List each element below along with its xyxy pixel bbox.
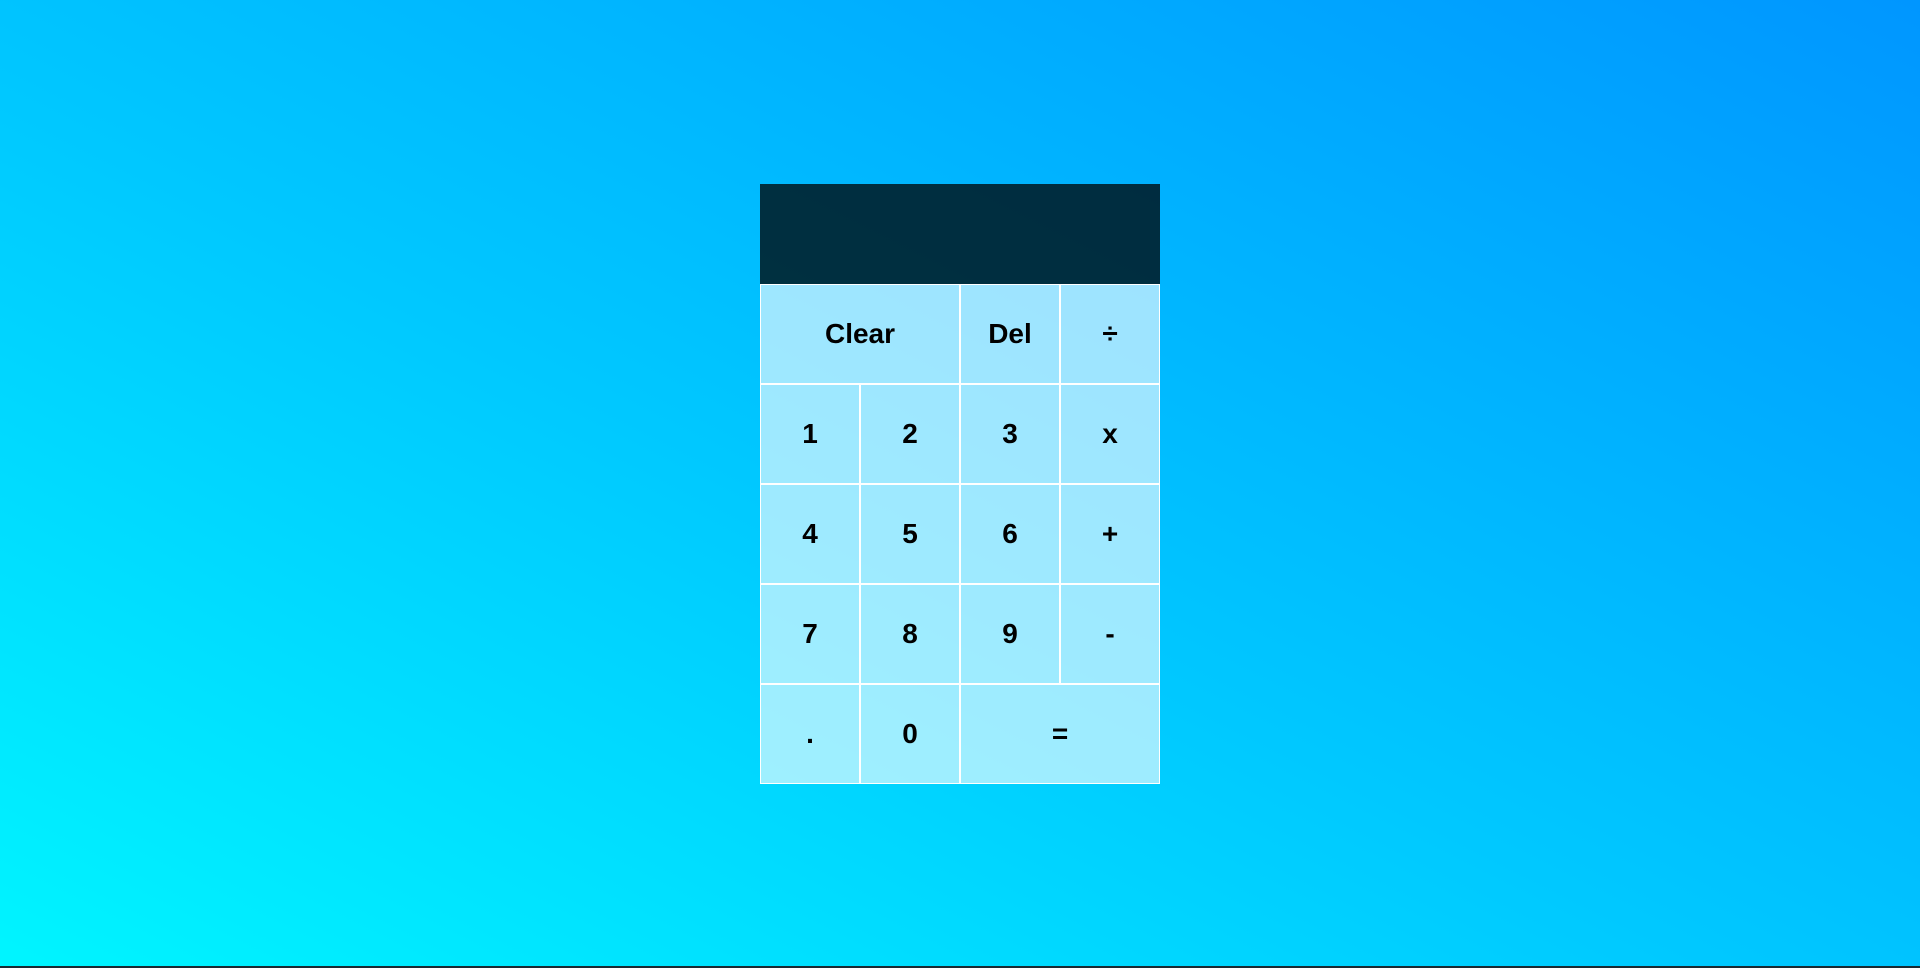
digit-3-button[interactable]: 3 <box>960 384 1060 484</box>
plus-button[interactable]: + <box>1060 484 1160 584</box>
decimal-button[interactable]: . <box>760 684 860 784</box>
calculator: Clear Del ÷ 1 2 3 x 4 5 6 + 7 8 9 - . 0 … <box>760 184 1160 784</box>
digit-5-button[interactable]: 5 <box>860 484 960 584</box>
divide-button[interactable]: ÷ <box>1060 284 1160 384</box>
calculator-display <box>760 184 1160 284</box>
digit-4-button[interactable]: 4 <box>760 484 860 584</box>
equals-button[interactable]: = <box>960 684 1160 784</box>
digit-1-button[interactable]: 1 <box>760 384 860 484</box>
minus-button[interactable]: - <box>1060 584 1160 684</box>
digit-8-button[interactable]: 8 <box>860 584 960 684</box>
clear-button[interactable]: Clear <box>760 284 960 384</box>
digit-9-button[interactable]: 9 <box>960 584 1060 684</box>
multiply-button[interactable]: x <box>1060 384 1160 484</box>
digit-0-button[interactable]: 0 <box>860 684 960 784</box>
digit-6-button[interactable]: 6 <box>960 484 1060 584</box>
digit-2-button[interactable]: 2 <box>860 384 960 484</box>
delete-button[interactable]: Del <box>960 284 1060 384</box>
digit-7-button[interactable]: 7 <box>760 584 860 684</box>
